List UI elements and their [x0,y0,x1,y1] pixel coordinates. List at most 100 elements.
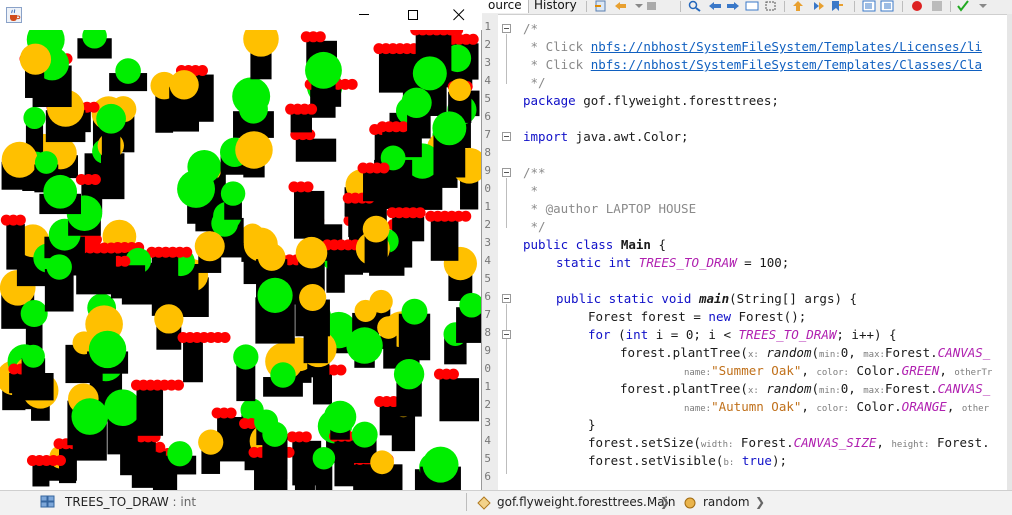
code-line[interactable]: * Click nbfs://nbhost/SystemFileSystem/T… [523,56,983,74]
autumn-oak-crown [370,450,394,475]
window-titlebar[interactable] [0,0,482,30]
summer-oak-crown [34,151,58,174]
code-line[interactable]: * Click nbfs://nbhost/SystemFileSystem/T… [523,38,983,56]
red-berry [196,65,208,77]
last-edit-icon[interactable] [594,0,608,12]
tree-trunk [430,220,459,261]
red-berry [219,332,231,344]
summer-oak-crown [115,58,141,84]
autumn-oak-crown [243,30,279,57]
check-file-dropdown-icon[interactable] [976,0,990,12]
code-line[interactable]: forest.setSize(width: Forest.CANVAS_SIZE… [588,434,990,454]
code-line[interactable]: forest.setVisible(b: true); [588,452,787,472]
code-line[interactable]: * @author LAPTOP HOUSE [523,200,697,218]
previous-bookmark-icon[interactable] [791,0,805,12]
tree-trunk [295,138,337,162]
tree-trunk [293,190,325,239]
fold-toggle-icon[interactable] [502,330,511,339]
minimize-icon [359,14,369,15]
red-berry [89,173,101,185]
toggle-highlight-icon[interactable] [745,0,759,12]
autumn-oak-crown [194,231,225,262]
search-icon[interactable] [688,0,702,12]
code-line[interactable]: Forest forest = new Forest(); [588,308,806,326]
line-number: 2 [484,398,491,411]
code-line[interactable]: package gof.flyweight.foresttrees; [523,92,779,110]
tree-trunk [334,440,355,487]
start-macro-icon[interactable] [910,0,924,12]
line-number: 6 [484,290,491,303]
find-previous-icon[interactable] [708,0,722,12]
tree-trunk [6,224,25,270]
class-icon [477,496,491,510]
stop-macro-icon[interactable] [930,0,944,12]
toolbar-separator [854,1,855,12]
code-line[interactable]: /* [523,20,538,38]
fold-toggle-icon[interactable] [502,168,511,177]
next-bookmark-icon[interactable] [811,0,825,12]
summer-oak-crown [346,327,383,364]
toolbar-separator [902,1,903,12]
red-berry [172,379,184,391]
code-line[interactable]: for (int i = 0; i < TREES_TO_DRAW; i++) … [588,326,897,344]
editor-scrollbar[interactable] [1007,14,1012,490]
line-number: 9 [484,164,491,177]
red-berry [346,78,358,90]
code-line[interactable]: static int TREES_TO_DRAW = 100; [556,254,789,272]
shift-right-icon[interactable] [880,0,894,12]
red-berry [314,31,326,43]
tree-trunk [363,172,405,202]
close-button[interactable] [436,0,482,30]
code-line[interactable]: forest.plantTree(x: random(min:0, max:Fo… [620,380,990,400]
tree-trunk [290,113,312,133]
tab-history[interactable]: History [528,0,583,13]
forest-window[interactable] [0,0,482,490]
fold-toggle-icon[interactable] [502,132,511,141]
code-line[interactable]: public class Main { [523,236,666,254]
summer-oak-crown [262,421,288,447]
back-icon[interactable] [614,0,628,12]
chevron-right-icon: ❯ [660,495,671,509]
license-link[interactable]: nbfs://nbhost/SystemFileSystem/Templates… [591,39,982,54]
red-berry [54,455,66,467]
code-line[interactable]: public static void main(String[] args) { [556,290,857,308]
code-line[interactable]: name:"Summer Oak", color: Color.GREEN, o… [684,362,992,382]
summer-oak-crown [21,344,45,368]
red-berry [447,368,459,380]
field-icon [40,495,55,508]
code-line[interactable]: name:"Autumn Oak", color: Color.ORANGE, … [684,398,989,418]
breadcrumb-class[interactable]: gof.flyweight.foresttrees.Main [497,495,676,509]
navigator-field[interactable]: TREES_TO_DRAW : int [65,495,196,509]
fold-toggle-icon[interactable] [502,294,511,303]
forward-icon[interactable] [645,0,659,12]
minimize-button[interactable] [342,0,388,30]
check-file-icon[interactable] [956,0,970,12]
red-berry [154,441,166,453]
code-editor[interactable]: ource History 1 2 3 4 5 6 7 8 9 0 1 2 3 … [482,0,1012,490]
red-berry [181,246,193,258]
toggle-bookmark-icon[interactable] [830,0,844,12]
summer-oak-crown [88,330,127,369]
code-line[interactable]: } [588,416,596,434]
fold-toggle-icon[interactable] [502,24,511,33]
line-number: 7 [484,128,491,141]
shift-left-icon[interactable] [862,0,876,12]
find-next-icon[interactable] [726,0,740,12]
template-link[interactable]: nbfs://nbhost/SystemFileSystem/Templates… [591,57,982,72]
code-line[interactable]: */ [523,218,546,236]
breadcrumb-method[interactable]: random [703,495,750,509]
summer-oak-crown [432,111,467,146]
rectangular-selection-icon[interactable] [764,0,778,12]
java-coffee-icon [6,7,22,23]
line-number: 6 [484,470,491,483]
tab-source[interactable]: ource [482,0,529,13]
maximize-button[interactable] [390,0,436,30]
code-line[interactable]: */ [523,74,546,92]
code-line[interactable]: * [523,182,539,200]
summer-oak-crown [393,358,425,390]
fold-guide [506,34,507,84]
code-line[interactable]: forest.plantTree(x: random(min:0, max:Fo… [620,344,990,364]
code-line[interactable]: import java.awt.Color; [523,128,689,146]
forward-dropdown-icon[interactable] [632,0,646,12]
code-line[interactable]: /** [523,164,546,182]
